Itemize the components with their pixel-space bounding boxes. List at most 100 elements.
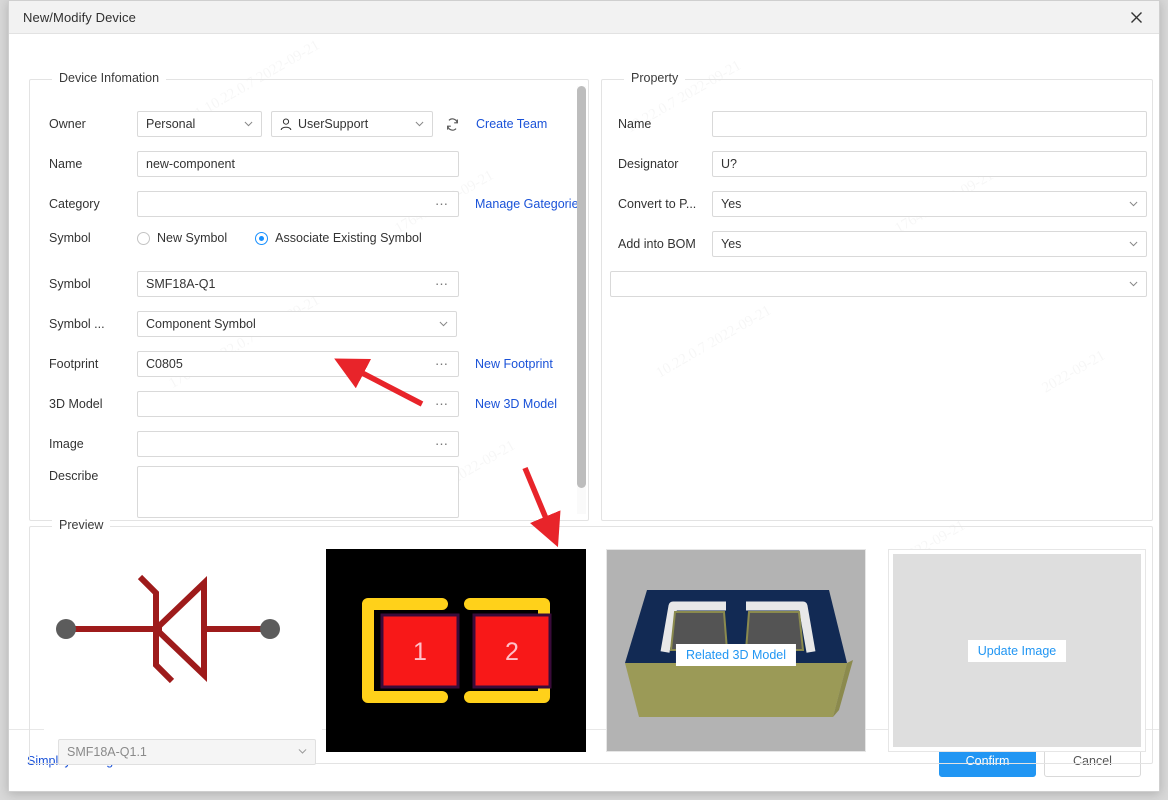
footprint-value: C0805 xyxy=(146,357,183,371)
symbol-variant-value: SMF18A-Q1.1 xyxy=(67,745,147,759)
ellipsis-icon[interactable]: ⋯ xyxy=(435,278,449,291)
property-legend: Property xyxy=(624,71,686,85)
symbol-preview: SMF18A-Q1.1 xyxy=(44,549,322,765)
model-3d-preview: Related 3D Model xyxy=(606,549,866,752)
category-input[interactable]: ⋯ xyxy=(137,191,459,217)
add-into-bom-value: Yes xyxy=(721,237,742,251)
device-information-legend: Device Infomation xyxy=(52,71,167,85)
add-into-bom-label: Add into BOM xyxy=(618,237,696,251)
create-team-link[interactable]: Create Team xyxy=(476,117,547,131)
designator-input[interactable]: U? xyxy=(712,151,1147,177)
user-icon xyxy=(280,118,292,131)
chevron-down-icon xyxy=(1129,239,1138,248)
radio-indicator xyxy=(137,231,150,245)
symbol-row: Symbol SMF18A-Q1 ⋯ xyxy=(49,271,569,297)
radio-new-symbol[interactable]: New Symbol xyxy=(137,231,227,245)
property-name-row: Name xyxy=(618,111,1148,137)
ellipsis-icon[interactable]: ⋯ xyxy=(435,438,449,451)
convert-to-pcb-value: Yes xyxy=(721,197,742,211)
device-name-value: new-component xyxy=(146,157,235,171)
device-name-input[interactable]: new-component xyxy=(137,151,459,177)
designator-value: U? xyxy=(721,157,737,171)
title-bar: New/Modify Device xyxy=(9,1,1159,34)
chevron-down-icon xyxy=(1129,279,1138,288)
preview-panel: Preview SMF18A-Q1.1 1 2 Related 3D Model… xyxy=(29,518,1153,765)
ellipsis-icon[interactable]: ⋯ xyxy=(435,198,449,211)
chevron-down-icon xyxy=(439,319,448,328)
new-modify-device-dialog: New/Modify Device 17641 10.22.0.7 2022-0… xyxy=(8,0,1160,792)
close-icon[interactable] xyxy=(1113,1,1159,34)
radio-associate-existing-symbol[interactable]: Associate Existing Symbol xyxy=(255,231,422,245)
owner-scope-value: Personal xyxy=(146,117,196,131)
category-row: Category ⋯ Manage Gategories xyxy=(49,191,589,217)
describe-textarea[interactable] xyxy=(137,466,459,518)
chevron-down-icon xyxy=(415,119,424,128)
owner-label: Owner xyxy=(49,117,86,131)
symbol-type-row: Symbol ... Component Symbol xyxy=(49,311,569,337)
new-3d-model-link[interactable]: New 3D Model xyxy=(475,397,557,411)
chevron-down-icon xyxy=(298,745,307,759)
chevron-down-icon xyxy=(244,119,253,128)
convert-to-pcb-label: Convert to P... xyxy=(618,197,697,211)
convert-to-pcb-row: Convert to P... Yes xyxy=(618,191,1148,217)
ellipsis-icon[interactable]: ⋯ xyxy=(435,398,449,411)
symbol-type-value: Component Symbol xyxy=(146,317,256,331)
designator-row: Designator U? xyxy=(618,151,1148,177)
window-title: New/Modify Device xyxy=(23,9,136,25)
footprint-label: Footprint xyxy=(49,357,99,371)
footprint-row: Footprint C0805 ⋯ New Footprint xyxy=(49,351,589,377)
footprint-input[interactable]: C0805 ⋯ xyxy=(137,351,459,377)
device-name-row: Name new-component xyxy=(49,151,569,177)
symbol-variant-select[interactable]: SMF18A-Q1.1 xyxy=(58,739,316,765)
symbol-graphic xyxy=(56,574,280,684)
symbol-type-label: Symbol ... xyxy=(49,317,105,331)
pad-2-number: 2 xyxy=(505,638,519,666)
footprint-preview: 1 2 xyxy=(326,549,586,752)
property-panel: Property xyxy=(601,71,1153,521)
symbol-input[interactable]: SMF18A-Q1 ⋯ xyxy=(137,271,459,297)
ellipsis-icon[interactable]: ⋯ xyxy=(435,358,449,371)
describe-row: Describe xyxy=(49,466,569,518)
pad-1-number: 1 xyxy=(413,638,427,666)
symbol-mode-label: Symbol xyxy=(49,231,91,245)
radio-indicator xyxy=(255,231,269,245)
property-name-label: Name xyxy=(618,117,652,131)
symbol-mode-row: Symbol New Symbol Associate Existing Sym… xyxy=(49,231,569,245)
device-name-label: Name xyxy=(49,157,83,171)
owner-row: Owner Personal UserSupport Create Team xyxy=(49,111,569,137)
symbol-type-select[interactable]: Component Symbol xyxy=(137,311,457,337)
preview-legend: Preview xyxy=(52,518,111,532)
category-label: Category xyxy=(49,197,100,211)
refresh-icon[interactable] xyxy=(445,117,460,132)
image-placeholder: Update Image xyxy=(893,554,1141,747)
describe-label: Describe xyxy=(49,469,99,483)
owner-user-value: UserSupport xyxy=(298,117,369,131)
model-3d-label: 3D Model xyxy=(49,397,103,411)
update-image-button[interactable]: Update Image xyxy=(967,639,1067,662)
property-extra-row xyxy=(610,271,1150,297)
dialog-body: 17641 10.22.0.7 2022-09-21 10.22.0.7 202… xyxy=(9,34,1159,765)
image-label: Image xyxy=(49,437,84,451)
radio-new-symbol-label: New Symbol xyxy=(157,231,228,245)
radio-associate-existing-symbol-label: Associate Existing Symbol xyxy=(275,231,422,245)
model-3d-row: 3D Model ⋯ New 3D Model xyxy=(49,391,589,417)
owner-user-select[interactable]: UserSupport xyxy=(271,111,433,137)
scrollbar-thumb[interactable] xyxy=(577,86,586,488)
add-into-bom-row: Add into BOM Yes xyxy=(618,231,1148,257)
image-row: Image ⋯ xyxy=(49,431,569,457)
owner-scope-select[interactable]: Personal xyxy=(137,111,262,137)
convert-to-pcb-select[interactable]: Yes xyxy=(712,191,1147,217)
device-panel-scrollbar[interactable] xyxy=(577,86,586,514)
chevron-down-icon xyxy=(1129,199,1138,208)
new-footprint-link[interactable]: New Footprint xyxy=(475,357,553,371)
image-input[interactable]: ⋯ xyxy=(137,431,459,457)
footprint-graphic: 1 2 xyxy=(326,549,586,752)
manage-categories-link[interactable]: Manage Gategories xyxy=(475,197,585,211)
property-name-input[interactable] xyxy=(712,111,1147,137)
designator-label: Designator xyxy=(618,157,679,171)
property-extra-select[interactable] xyxy=(610,271,1147,297)
symbol-label: Symbol xyxy=(49,277,91,291)
related-3d-model-badge[interactable]: Related 3D Model xyxy=(675,643,797,666)
model-3d-input[interactable]: ⋯ xyxy=(137,391,459,417)
add-into-bom-select[interactable]: Yes xyxy=(712,231,1147,257)
